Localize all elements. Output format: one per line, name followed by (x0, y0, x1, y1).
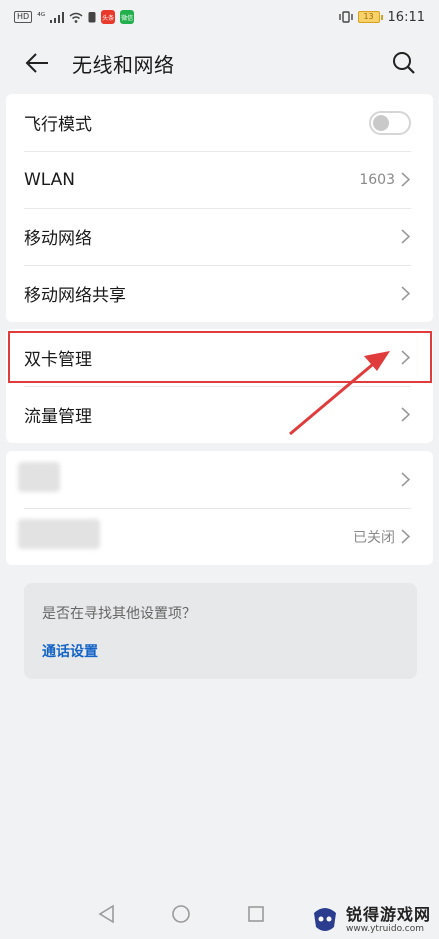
back-button[interactable] (20, 48, 54, 78)
wifi-icon (69, 12, 83, 23)
watermark-logo-icon (313, 908, 336, 931)
signal-icon (50, 11, 65, 23)
blurred-setting-row-2[interactable]: 已关闭 (6, 508, 433, 565)
vibrate-icon (338, 11, 353, 23)
toggle-knob (373, 114, 389, 131)
app-header: 无线和网络 (0, 34, 439, 92)
status-value: 已关闭 (353, 529, 395, 546)
chevron-right-icon (401, 407, 411, 423)
wlan-row[interactable]: WLAN 1603 (6, 151, 433, 208)
chevron-right-icon (401, 229, 411, 245)
tethering-row[interactable]: 移动网络共享 (6, 265, 433, 322)
blurred-setting-label (18, 462, 401, 497)
hd-indicator: HD (14, 11, 33, 23)
redacted-text (18, 462, 60, 492)
arrow-left-icon (25, 53, 48, 73)
dual-sim-row[interactable]: 双卡管理 (6, 329, 433, 386)
watermark: 锐得游戏网 www.ytruido.com (310, 905, 431, 935)
search-button[interactable] (389, 48, 419, 78)
chevron-right-icon (401, 472, 411, 488)
dual-sim-label: 双卡管理 (24, 350, 92, 370)
nav-recents-button[interactable] (243, 901, 269, 927)
lock-icon (88, 12, 96, 23)
status-right: 13 16:11 (338, 9, 425, 25)
battery-icon: 13 (357, 11, 383, 23)
tethering-label: 移动网络共享 (24, 286, 126, 306)
data-usage-label: 流量管理 (24, 407, 92, 427)
watermark-url: www.ytruido.com (345, 923, 425, 934)
chevron-right-icon (401, 350, 411, 366)
settings-group-other: 已关闭 (6, 451, 433, 565)
square-recents-icon (248, 906, 264, 922)
mobile-network-row[interactable]: 移动网络 (6, 208, 433, 265)
settings-group-network: 飞行模式 WLAN 1603 移动网络 移动网络共享 (6, 94, 433, 322)
wechat-app-icon: 微信 (120, 10, 135, 24)
wlan-value: 1603 (359, 171, 395, 188)
triangle-back-icon (98, 904, 114, 924)
search-icon (393, 52, 415, 74)
watermark-text: 锐得游戏网 www.ytruido.com (345, 904, 431, 934)
clock: 16:11 (387, 9, 425, 25)
system-nav-bar: 锐得游戏网 www.ytruido.com (0, 888, 439, 939)
suggestion-question: 是否在寻找其他设置项？ (42, 606, 196, 622)
suggestion-card: 是否在寻找其他设置项？ 通话设置 (24, 583, 417, 679)
nav-back-button[interactable] (94, 901, 120, 927)
call-settings-link[interactable]: 通话设置 (42, 641, 98, 661)
chevron-right-icon (401, 286, 411, 302)
blurred-setting-row[interactable] (6, 451, 433, 508)
battery-level: 13 (357, 11, 380, 23)
status-bar: HD ⁴ᴳ 头条 微信 13 16:11 (0, 0, 439, 34)
blurred-setting-label-2 (18, 519, 353, 554)
status-left: HD ⁴ᴳ 头条 微信 (14, 10, 135, 24)
airplane-mode-row[interactable]: 飞行模式 (6, 94, 433, 151)
chevron-right-icon (401, 529, 411, 545)
wlan-label: WLAN (24, 169, 76, 190)
watermark-title: 锐得游戏网 (345, 904, 431, 924)
nav-home-button[interactable] (168, 901, 194, 927)
toutiao-app-icon: 头条 (101, 10, 116, 24)
data-usage-row[interactable]: 流量管理 (6, 386, 433, 443)
redacted-text (18, 519, 100, 549)
page-title: 无线和网络 (72, 53, 175, 77)
network-type: ⁴ᴳ (37, 12, 46, 22)
airplane-mode-toggle[interactable] (369, 110, 411, 135)
chevron-right-icon (401, 172, 411, 188)
circle-home-icon (172, 905, 190, 923)
settings-group-sim: 双卡管理 流量管理 (6, 329, 433, 443)
mobile-network-label: 移动网络 (24, 229, 92, 249)
airplane-mode-label: 飞行模式 (24, 115, 92, 135)
